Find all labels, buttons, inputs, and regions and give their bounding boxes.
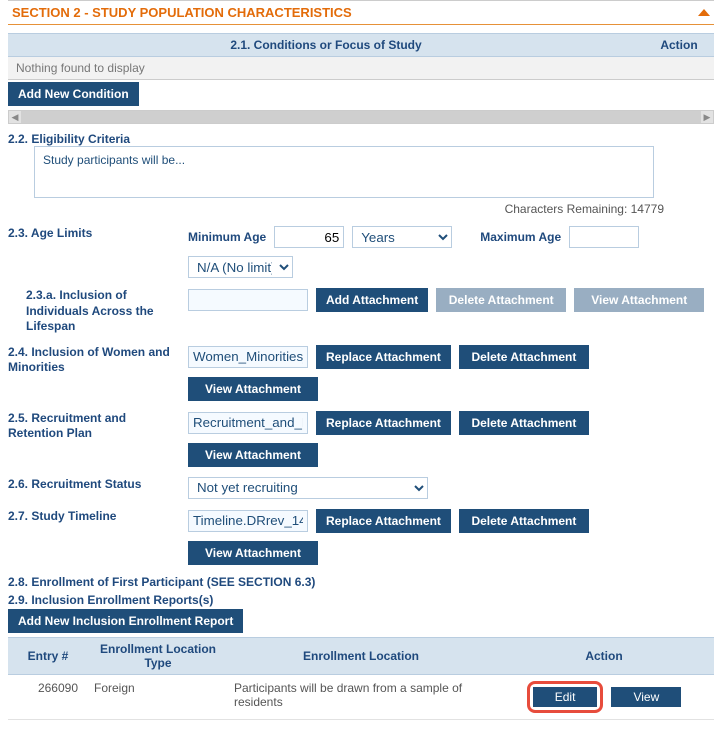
ier-loc-header: Enrollment Location	[228, 637, 494, 674]
s23a-delete-attachment-button: Delete Attachment	[436, 288, 566, 312]
horizontal-scrollbar[interactable]: ◀ ▶	[8, 110, 714, 124]
s22-label: 2.2. Eligibility Criteria	[8, 132, 714, 146]
s23-label: 2.3. Age Limits	[8, 226, 180, 240]
s21-action-header: Action	[644, 34, 714, 57]
s28-label: 2.8. Enrollment of First Participant (SE…	[8, 575, 714, 589]
s29-label: 2.9. Inclusion Enrollment Reports(s)	[8, 593, 714, 607]
s27-view-attachment-button[interactable]: View Attachment	[188, 541, 318, 565]
min-age-input[interactable]	[274, 226, 344, 248]
s25-label: 2.5. Recruitment and Retention Plan	[8, 411, 180, 442]
s25-delete-attachment-button[interactable]: Delete Attachment	[459, 411, 589, 435]
s23a-file-input[interactable]	[188, 289, 308, 311]
chars-remaining: Characters Remaining: 14779	[8, 202, 664, 216]
ier-loc-cell: Participants will be drawn from a sample…	[228, 674, 494, 719]
add-new-condition-button[interactable]: Add New Condition	[8, 82, 139, 106]
ier-view-button[interactable]: View	[611, 687, 681, 707]
section-2-title: SECTION 2 - STUDY POPULATION CHARACTERIS…	[12, 5, 352, 20]
ier-table: Entry # Enrollment Location Type Enrollm…	[8, 637, 714, 720]
scroll-right-icon[interactable]: ▶	[701, 111, 713, 123]
s24-file-input[interactable]	[188, 346, 308, 368]
s24-delete-attachment-button[interactable]: Delete Attachment	[459, 345, 589, 369]
s25-file-input[interactable]	[188, 412, 308, 434]
scroll-track[interactable]	[21, 111, 701, 123]
ier-loctype-header: Enrollment Location Type	[88, 637, 228, 674]
ier-entry-header: Entry #	[8, 637, 88, 674]
s23a-view-attachment-button: View Attachment	[574, 288, 704, 312]
ier-loctype-cell: Foreign	[88, 674, 228, 719]
ier-action-header: Action	[494, 637, 714, 674]
s27-file-input[interactable]	[188, 510, 308, 532]
min-age-label: Minimum Age	[188, 230, 266, 244]
s27-label: 2.7. Study Timeline	[8, 509, 180, 523]
s24-view-attachment-button[interactable]: View Attachment	[188, 377, 318, 401]
s23a-label: 2.3.a. Inclusion of Individuals Across t…	[26, 288, 180, 335]
min-age-unit-select[interactable]: Years	[352, 226, 452, 248]
s21-title-header: 2.1. Conditions or Focus of Study	[8, 34, 644, 57]
s24-replace-attachment-button[interactable]: Replace Attachment	[316, 345, 451, 369]
eligibility-criteria-textarea[interactable]: Study participants will be...	[34, 146, 654, 198]
table-row: 266090 Foreign Participants will be draw…	[8, 674, 714, 719]
scroll-left-icon[interactable]: ◀	[9, 111, 21, 123]
subsection-2-1: 2.1. Conditions or Focus of Study Action…	[8, 33, 714, 124]
max-age-label: Maximum Age	[480, 230, 561, 244]
collapse-up-icon[interactable]	[698, 9, 710, 16]
max-age-input[interactable]	[569, 226, 639, 248]
edit-highlight: Edit	[527, 681, 604, 713]
max-age-unit-select[interactable]: N/A (No limit)	[188, 256, 293, 278]
s25-view-attachment-button[interactable]: View Attachment	[188, 443, 318, 467]
add-new-ier-button[interactable]: Add New Inclusion Enrollment Report	[8, 609, 243, 633]
s21-empty-message: Nothing found to display	[8, 57, 714, 80]
ier-edit-button[interactable]: Edit	[533, 687, 598, 707]
s27-replace-attachment-button[interactable]: Replace Attachment	[316, 509, 451, 533]
s25-replace-attachment-button[interactable]: Replace Attachment	[316, 411, 451, 435]
s26-label: 2.6. Recruitment Status	[8, 477, 180, 491]
section-2-header[interactable]: SECTION 2 - STUDY POPULATION CHARACTERIS…	[8, 0, 714, 25]
s23a-add-attachment-button[interactable]: Add Attachment	[316, 288, 428, 312]
s27-delete-attachment-button[interactable]: Delete Attachment	[459, 509, 589, 533]
recruitment-status-select[interactable]: Not yet recruiting	[188, 477, 428, 499]
s24-label: 2.4. Inclusion of Women and Minorities	[8, 345, 180, 376]
ier-entry-cell: 266090	[8, 674, 88, 719]
